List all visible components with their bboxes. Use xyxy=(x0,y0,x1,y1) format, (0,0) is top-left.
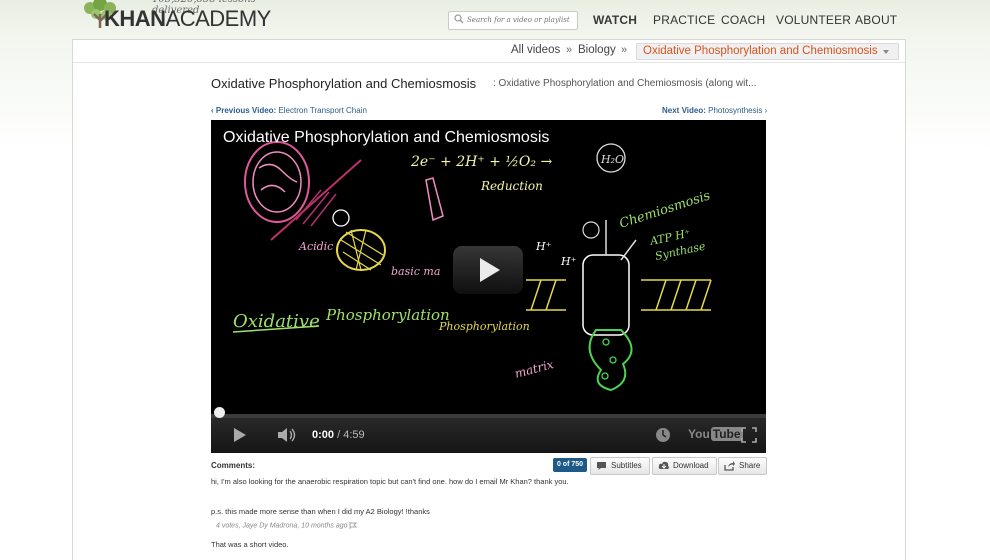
player-controls: 0:00 / 4:59 You Tube xyxy=(211,407,766,453)
flag-icon[interactable] xyxy=(349,522,358,529)
svg-text:H₂O: H₂O xyxy=(600,153,624,166)
time-display: 0:00 / 4:59 xyxy=(312,429,365,441)
search-box[interactable] xyxy=(448,11,578,30)
nav-practice[interactable]: PRACTICE xyxy=(653,13,715,27)
breadcrumb: All videos » Biology » Oxidative Phospho… xyxy=(73,40,905,63)
nav-coach[interactable]: COACH xyxy=(721,13,765,27)
time-current: 0:00 xyxy=(312,429,335,441)
subtitles-label: Subtitles xyxy=(611,461,642,470)
breadcrumb-biology[interactable]: Biology xyxy=(578,44,616,56)
svg-text:H⁺: H⁺ xyxy=(535,240,552,253)
progress-knob[interactable] xyxy=(214,407,225,418)
download-cloud-icon xyxy=(658,461,669,469)
comment-text: p.s. this made more sense than when I di… xyxy=(211,507,430,516)
search-input[interactable] xyxy=(467,13,571,27)
progress-bar[interactable] xyxy=(211,407,766,418)
watch-later-icon[interactable] xyxy=(655,427,671,443)
svg-text:2e⁻ + 2H⁺ + ½O₂ →: 2e⁻ + 2H⁺ + ½O₂ → xyxy=(410,154,552,170)
svg-text:Chemiosmosis: Chemiosmosis xyxy=(618,188,713,232)
next-arrow-icon: › xyxy=(764,106,768,115)
previous-video-label: ‹ Previous Video: xyxy=(211,106,277,115)
play-overlay-button[interactable] xyxy=(453,246,523,294)
svg-text:H⁺: H⁺ xyxy=(560,255,577,268)
subtitles-button[interactable]: Subtitles xyxy=(590,457,650,475)
speech-bubble-icon xyxy=(597,462,606,470)
breadcrumb-separator: » xyxy=(566,44,573,56)
svg-text:Phosphorylation: Phosphorylation xyxy=(325,306,450,324)
previous-video-title: Electron Transport Chain xyxy=(278,106,367,115)
nav-watch[interactable]: WATCH xyxy=(593,13,637,27)
comment-meta-text: 4 votes, Jaye Dy Madrona, 10 months ago xyxy=(216,522,348,530)
play-icon xyxy=(480,258,500,282)
youtube-logo-you: You xyxy=(688,427,710,441)
right-gradient xyxy=(905,40,990,150)
nav-volunteer[interactable]: VOLUNTEER xyxy=(776,13,851,27)
youtube-logo[interactable]: You Tube xyxy=(688,427,743,441)
logo-text-bold: KHAN xyxy=(104,6,166,31)
breadcrumb-current-label: Oxidative Phosphorylation and Chemiosmos… xyxy=(643,45,878,57)
breadcrumb-all-videos[interactable]: All videos xyxy=(511,44,560,56)
next-video-link[interactable]: Next Video: Photosynthesis › xyxy=(662,106,767,115)
share-label: Share xyxy=(739,461,761,470)
fullscreen-icon[interactable] xyxy=(741,427,757,443)
chevron-down-icon xyxy=(883,50,889,54)
search-icon xyxy=(454,14,464,24)
comment-count-badge: 0 of 750 xyxy=(553,458,587,472)
download-label: Download xyxy=(673,461,709,470)
comment-text: hi, I'm also looking for the anaerobic r… xyxy=(211,477,569,486)
share-button[interactable]: Share xyxy=(718,457,767,475)
svg-text:Reduction: Reduction xyxy=(480,179,543,193)
download-button[interactable]: Download xyxy=(652,457,717,475)
breadcrumb-current-dropdown[interactable]: Oxidative Phosphorylation and Chemiosmos… xyxy=(636,43,899,60)
volume-icon[interactable] xyxy=(277,427,299,443)
comment-meta: 4 votes, Jaye Dy Madrona, 10 months ago xyxy=(216,522,358,530)
play-pause-button[interactable] xyxy=(234,428,246,442)
comment-text: That was a short video. xyxy=(211,540,289,549)
left-gradient xyxy=(0,40,73,150)
video-player[interactable]: 2e⁻ + 2H⁺ + ½O₂ → Reduction H₂O Acidic b… xyxy=(211,120,766,453)
video-description: : Oxidative Phosphorylation and Chemiosm… xyxy=(493,78,757,89)
comments-label: Comments: xyxy=(211,461,256,470)
player-title: Oxidative Phosphorylation and Chemiosmos… xyxy=(223,129,550,146)
svg-text:Acidic: Acidic xyxy=(298,240,333,253)
logo-text-regular: ACADEMY xyxy=(165,6,272,31)
youtube-logo-tube: Tube xyxy=(710,427,743,441)
svg-text:Phosphorylation: Phosphorylation xyxy=(438,320,530,333)
next-video-title: Photosynthesis xyxy=(708,106,763,115)
previous-video-link[interactable]: ‹ Previous Video: Electron Transport Cha… xyxy=(211,106,367,115)
khan-academy-logo[interactable]: 103,326,858 lessons delivered KHANACADEM… xyxy=(76,0,296,34)
svg-text:basic ma: basic ma xyxy=(391,265,440,278)
logo-text: KHANACADEMY xyxy=(104,6,271,32)
share-icon xyxy=(724,461,735,471)
video-title: Oxidative Phosphorylation and Chemiosmos… xyxy=(211,76,477,91)
next-video-label: Next Video: xyxy=(662,106,706,115)
svg-text:matrix: matrix xyxy=(513,357,555,381)
breadcrumb-separator: » xyxy=(621,44,628,56)
nav-about[interactable]: ABOUT xyxy=(855,13,897,27)
time-total: / 4:59 xyxy=(337,429,365,441)
